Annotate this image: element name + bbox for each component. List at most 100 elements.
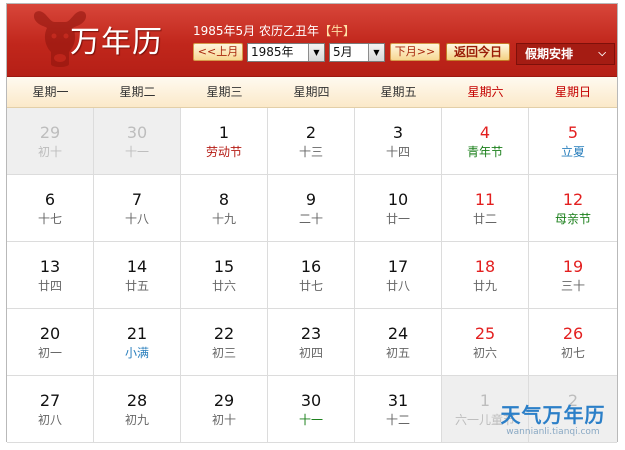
day-number: 11 — [474, 190, 496, 209]
return-today-button[interactable]: 返回今日 — [446, 43, 510, 61]
lunar-label: 十三 — [298, 145, 323, 159]
day-cell[interactable]: 24 初五 — [355, 309, 442, 376]
day-cell[interactable]: 25 初六 — [442, 309, 529, 376]
lunar-label: 十一 — [124, 145, 149, 159]
year-select[interactable]: 1985年 ▼ — [247, 43, 325, 62]
chevron-down-icon: ▼ — [308, 44, 324, 61]
day-number: 7 — [131, 190, 143, 209]
day-cell[interactable]: 29 初十 — [181, 376, 268, 443]
day-cell[interactable]: 13 廿四 — [7, 242, 94, 309]
day-number: 4 — [479, 123, 491, 142]
day-cell[interactable]: 28 初九 — [94, 376, 181, 443]
day-cell[interactable]: 11 廿二 — [442, 175, 529, 242]
holiday-schedule-menu[interactable]: 假期安排 ⌵ — [516, 43, 615, 65]
lunar-label: 初十 — [37, 145, 62, 159]
day-number: 5 — [567, 123, 579, 142]
day-number: 15 — [213, 257, 235, 276]
lunar-label: 十四 — [385, 145, 410, 159]
lunar-label: 六一儿童节 — [454, 413, 515, 427]
day-number: 1 — [479, 391, 491, 410]
day-number: 16 — [300, 257, 322, 276]
lunar-label: 初一 — [37, 346, 62, 360]
lunar-label: 劳动节 — [205, 145, 242, 159]
weekday-label: 星期五 — [380, 85, 417, 99]
day-cell[interactable]: 9 二十 — [268, 175, 355, 242]
day-cell[interactable]: 12 母亲节 — [529, 175, 617, 242]
lunar-label: 青年节 — [466, 145, 503, 159]
day-number: 29 — [39, 123, 61, 142]
day-number: 1 — [218, 123, 230, 142]
day-number: 2 — [305, 123, 317, 142]
day-cell[interactable]: 19 三十 — [529, 242, 617, 309]
day-number: 30 — [126, 123, 148, 142]
day-number: 9 — [305, 190, 317, 209]
day-cell[interactable]: 30 十一 — [268, 376, 355, 443]
day-cell[interactable]: 8 十九 — [181, 175, 268, 242]
lunar-label: 廿二 — [472, 212, 497, 226]
day-number: 17 — [387, 257, 409, 276]
lunar-label: 十八 — [124, 212, 149, 226]
day-cell[interactable]: 2 — [529, 376, 617, 443]
day-cell[interactable]: 22 初三 — [181, 309, 268, 376]
year-select-value: 1985年 — [251, 45, 294, 59]
chevron-down-icon: ⌵ — [598, 48, 606, 59]
chevron-down-icon: ▼ — [368, 44, 384, 61]
day-cell[interactable]: 10 廿一 — [355, 175, 442, 242]
next-month-button[interactable]: 下月>> — [390, 43, 440, 61]
current-date-info: 1985年5月 农历乙丑年【牛】 — [193, 22, 355, 39]
day-cell[interactable]: 2 十三 — [268, 108, 355, 175]
day-cell[interactable]: 26 初七 — [529, 309, 617, 376]
prev-month-button[interactable]: <<上月 — [193, 43, 243, 61]
day-cell[interactable]: 15 廿六 — [181, 242, 268, 309]
lunar-label: 二十 — [298, 212, 323, 226]
day-cell[interactable]: 17 廿八 — [355, 242, 442, 309]
day-number: 29 — [213, 391, 235, 410]
day-cell[interactable]: 20 初一 — [7, 309, 94, 376]
day-number: 14 — [126, 257, 148, 276]
day-number: 27 — [39, 391, 61, 410]
day-cell[interactable]: 23 初四 — [268, 309, 355, 376]
weekday-label: 星期一 — [32, 85, 69, 99]
month-select[interactable]: 5月 ▼ — [329, 43, 385, 62]
weekday-label: 星期日 — [554, 85, 591, 99]
day-cell[interactable]: 5 立夏 — [529, 108, 617, 175]
day-cell[interactable]: 31 十二 — [355, 376, 442, 443]
day-number: 24 — [387, 324, 409, 343]
lunar-label: 廿八 — [385, 279, 410, 293]
lunar-label: 廿七 — [298, 279, 323, 293]
day-cell[interactable]: 4 青年节 — [442, 108, 529, 175]
day-cell[interactable]: 30 十一 — [94, 108, 181, 175]
day-number: 13 — [39, 257, 61, 276]
day-number: 21 — [126, 324, 148, 343]
lunar-label: 初八 — [37, 413, 62, 427]
lunar-label: 十九 — [211, 212, 236, 226]
day-cell[interactable]: 6 十七 — [7, 175, 94, 242]
day-cell[interactable]: 3 十四 — [355, 108, 442, 175]
lunar-label: 初十 — [211, 413, 236, 427]
lunar-label: 廿五 — [124, 279, 149, 293]
day-number: 12 — [562, 190, 584, 209]
lunar-label: 母亲节 — [554, 212, 591, 226]
lunar-label: 初五 — [385, 346, 410, 360]
day-cell[interactable]: 18 廿九 — [442, 242, 529, 309]
day-cell[interactable]: 1 劳动节 — [181, 108, 268, 175]
lunar-label: 十一 — [298, 413, 323, 427]
day-number: 22 — [213, 324, 235, 343]
day-cell[interactable]: 29 初十 — [7, 108, 94, 175]
lunar-label: 廿一 — [385, 212, 410, 226]
lunar-label: 小满 — [124, 346, 149, 360]
lunar-label: 廿四 — [37, 279, 62, 293]
day-number: 8 — [218, 190, 230, 209]
lunar-label: 廿六 — [211, 279, 236, 293]
weekday-label: 星期六 — [467, 85, 504, 99]
day-cell[interactable]: 27 初八 — [7, 376, 94, 443]
weekday-header-row: 星期一 星期二 星期三 星期四 星期五 星期六 星期日 — [7, 77, 617, 108]
weekday-label: 星期三 — [206, 85, 243, 99]
day-cell[interactable]: 16 廿七 — [268, 242, 355, 309]
day-cell[interactable]: 7 十八 — [94, 175, 181, 242]
day-number: 3 — [392, 123, 404, 142]
day-cell[interactable]: 1 六一儿童节 — [442, 376, 529, 443]
day-cell[interactable]: 14 廿五 — [94, 242, 181, 309]
weekday-label: 星期二 — [119, 85, 156, 99]
day-cell[interactable]: 21 小满 — [94, 309, 181, 376]
